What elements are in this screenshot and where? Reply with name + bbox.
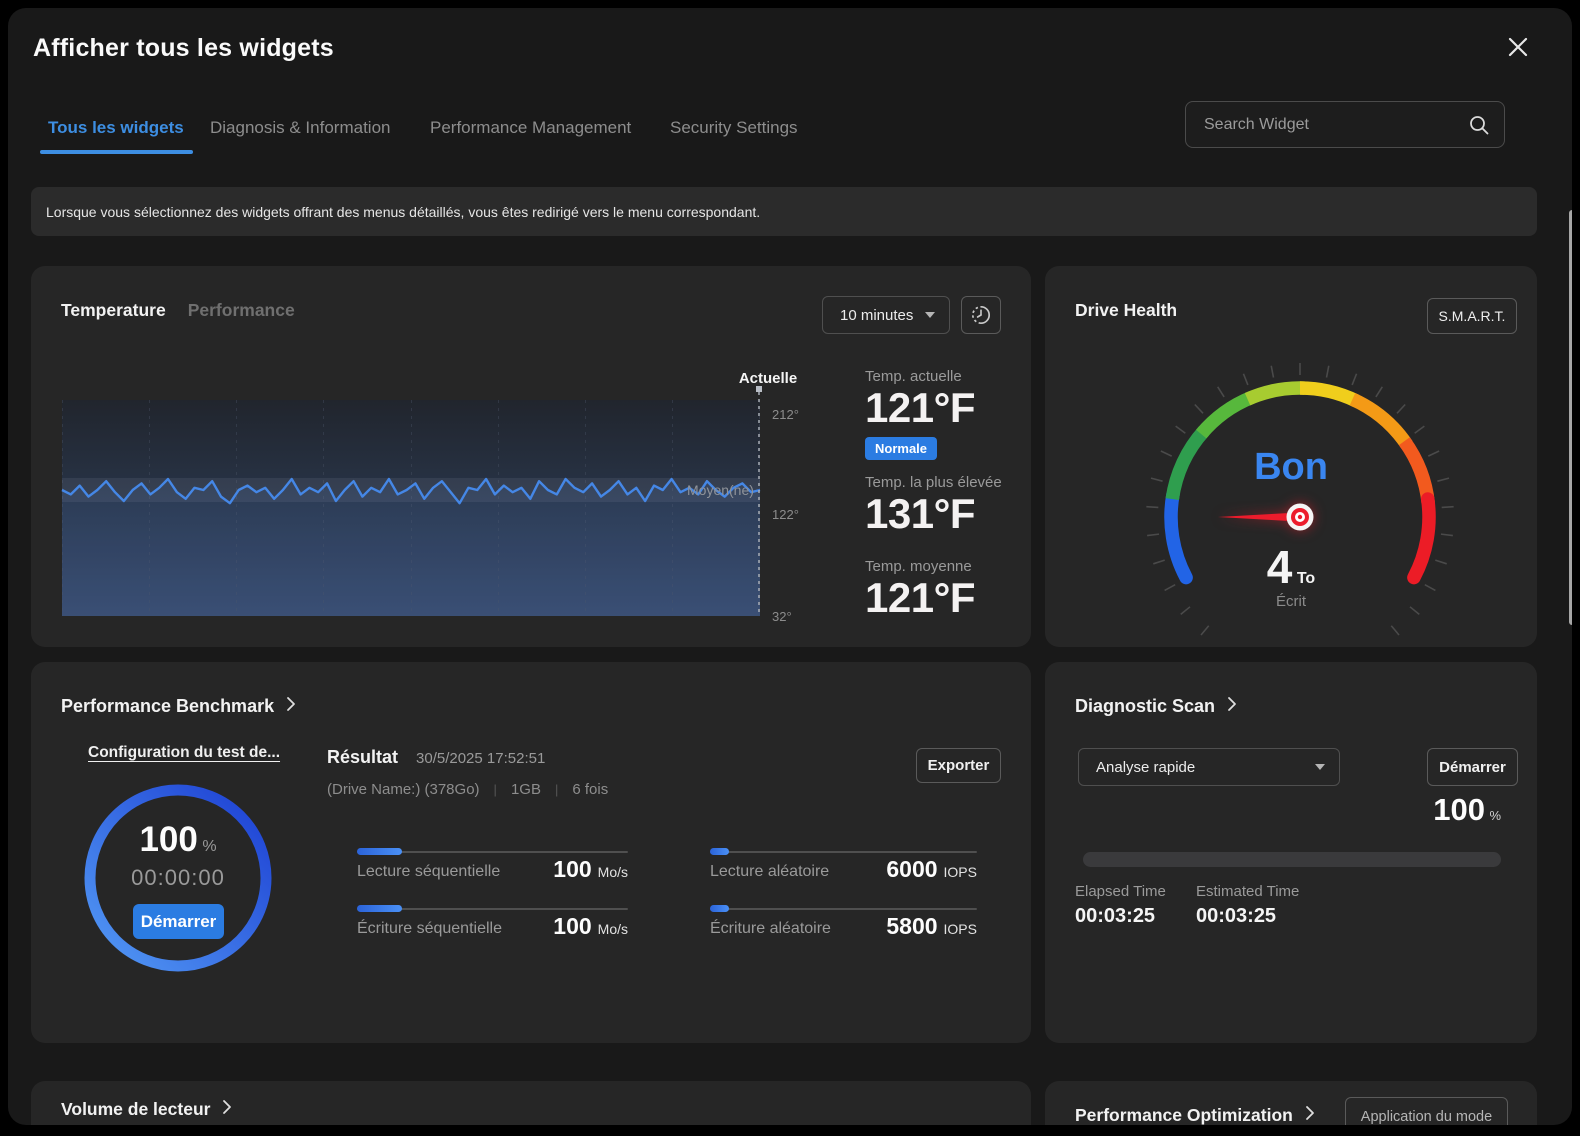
metric-label-seq-read: Lecture séquentielle bbox=[357, 863, 500, 881]
diagnostic-percent-sign: % bbox=[1489, 808, 1501, 823]
performance-benchmark-card[interactable]: Performance Benchmark Configuration du t… bbox=[31, 662, 1031, 1043]
highest-temp-label: Temp. la plus élevée bbox=[865, 474, 1002, 491]
scrollbar-thumb[interactable] bbox=[1569, 210, 1572, 625]
result-datetime: 30/5/2025 17:52:51 bbox=[416, 750, 545, 767]
test-config-link[interactable]: Configuration du test de... bbox=[88, 744, 280, 762]
highest-temp-value: 131°F bbox=[865, 492, 975, 536]
metric-bar-rand-write bbox=[710, 905, 977, 912]
axis-tick-212: 212° bbox=[772, 407, 799, 422]
apply-mode-button[interactable]: Application du mode bbox=[1345, 1097, 1508, 1125]
metric-bar-rand-read bbox=[710, 848, 977, 855]
interval-dropdown[interactable]: 10 minutes bbox=[822, 296, 950, 334]
apply-mode-label: Application du mode bbox=[1361, 1109, 1492, 1125]
volume-title: Volume de lecteur bbox=[61, 1099, 210, 1120]
temperature-chart-area bbox=[62, 400, 760, 616]
widgets-modal: Afficher tous les widgets Tous les widge… bbox=[8, 8, 1572, 1125]
temperature-subtitle: Performance bbox=[188, 300, 295, 321]
temp-status-badge: Normale bbox=[865, 437, 937, 460]
temperature-line-chart bbox=[62, 400, 760, 616]
result-label: Résultat bbox=[327, 747, 398, 768]
tab-performance-management[interactable]: Performance Management bbox=[430, 118, 631, 138]
result-drive-info: (Drive Name:) (378Go) bbox=[327, 781, 480, 798]
benchmark-percent: 100 % bbox=[78, 820, 278, 860]
estimated-time-value: 00:03:25 bbox=[1196, 905, 1276, 928]
separator: | bbox=[555, 782, 558, 797]
active-tab-underline bbox=[40, 150, 193, 154]
tab-diagnosis-information[interactable]: Diagnosis & Information bbox=[210, 118, 390, 138]
metric-value-seq-read: 100 Mo/s bbox=[511, 856, 628, 883]
metric-bar-seq-read bbox=[357, 848, 628, 855]
metric-label-rand-write: Écriture aléatoire bbox=[710, 920, 831, 938]
interval-dropdown-value: 10 minutes bbox=[840, 307, 913, 324]
history-button[interactable] bbox=[961, 296, 1001, 334]
info-banner-text: Lorsque vous sélectionnez des widgets of… bbox=[46, 204, 760, 220]
search-icon[interactable] bbox=[1468, 114, 1504, 136]
temperature-title: Temperature bbox=[61, 300, 166, 321]
axis-tick-122: 122° bbox=[772, 507, 799, 522]
diagnostic-start-label: Démarrer bbox=[1439, 759, 1506, 776]
app-window: { "window": { "title": "Afficher tous le… bbox=[0, 0, 1580, 1136]
benchmark-percent-value: 100 bbox=[139, 820, 197, 859]
metric-bar-seq-write bbox=[357, 905, 628, 912]
drive-volume-card[interactable]: Volume de lecteur bbox=[31, 1081, 1031, 1125]
estimated-time-label: Estimated Time bbox=[1196, 883, 1299, 900]
clock-history-icon bbox=[971, 305, 991, 325]
current-temp-label: Temp. actuelle bbox=[865, 368, 962, 385]
chevron-right-icon bbox=[1305, 1105, 1315, 1125]
elapsed-time-value: 00:03:25 bbox=[1075, 905, 1155, 928]
diagnostic-percent-value: 100 bbox=[1433, 792, 1485, 827]
diagnostic-progress-bar bbox=[1083, 852, 1501, 867]
axis-tick-32: 32° bbox=[772, 609, 792, 624]
result-count-info: 6 fois bbox=[572, 781, 608, 798]
benchmark-start-label: Démarrer bbox=[141, 912, 217, 932]
diagnostic-title: Diagnostic Scan bbox=[1075, 696, 1215, 717]
tab-tous-les-widgets[interactable]: Tous les widgets bbox=[48, 118, 184, 138]
page-title: Afficher tous les widgets bbox=[33, 34, 334, 63]
separator: | bbox=[494, 782, 497, 797]
health-status-text: Bon bbox=[1045, 446, 1537, 489]
written-total: 4 To bbox=[1045, 548, 1537, 588]
metric-value-rand-write: 5800 IOPS bbox=[851, 913, 977, 940]
average-temp-value: 121°F bbox=[865, 576, 975, 620]
info-banner: Lorsque vous sélectionnez des widgets of… bbox=[31, 187, 1537, 236]
benchmark-title: Performance Benchmark bbox=[61, 696, 274, 717]
chevron-down-icon bbox=[925, 312, 935, 318]
written-label: Écrit bbox=[1045, 593, 1537, 610]
metric-label-rand-read: Lecture aléatoire bbox=[710, 863, 829, 881]
current-temp-value: 121°F bbox=[865, 386, 975, 430]
written-unit: To bbox=[1297, 570, 1315, 587]
scan-type-value: Analyse rapide bbox=[1096, 759, 1195, 776]
diagnostic-scan-card[interactable]: Diagnostic Scan Analyse rapide Démarrer … bbox=[1045, 662, 1537, 1043]
tab-security-settings[interactable]: Security Settings bbox=[670, 118, 798, 138]
chevron-right-icon bbox=[286, 696, 296, 717]
drive-health-card[interactable]: Drive Health S.M.A.R.T. Bon 4 To Écrit bbox=[1045, 266, 1537, 647]
metric-value-seq-write: 100 Mo/s bbox=[511, 913, 628, 940]
cursor-label: Actuelle bbox=[700, 370, 836, 387]
elapsed-time-label: Elapsed Time bbox=[1075, 883, 1166, 900]
perf-opt-title: Performance Optimization bbox=[1075, 1105, 1293, 1125]
performance-optimization-card[interactable]: Performance Optimization Application du … bbox=[1045, 1081, 1537, 1125]
benchmark-percent-sign: % bbox=[202, 838, 216, 855]
export-button-label: Exporter bbox=[928, 757, 990, 774]
benchmark-elapsed: 00:00:00 bbox=[78, 865, 278, 891]
written-value: 4 bbox=[1267, 541, 1293, 593]
result-size-info: 1GB bbox=[511, 781, 541, 798]
export-button[interactable]: Exporter bbox=[916, 748, 1001, 783]
close-button[interactable] bbox=[1502, 32, 1534, 64]
series-label: Moyen(ne) bbox=[687, 482, 754, 498]
chevron-right-icon bbox=[1227, 696, 1237, 717]
metric-value-rand-read: 6000 IOPS bbox=[851, 856, 977, 883]
temperature-card[interactable]: Temperature Performance 10 minutes Actue… bbox=[31, 266, 1031, 647]
scan-type-dropdown[interactable]: Analyse rapide bbox=[1078, 748, 1340, 786]
search-input[interactable] bbox=[1186, 116, 1468, 134]
chevron-right-icon bbox=[222, 1099, 232, 1120]
metric-label-seq-write: Écriture séquentielle bbox=[357, 920, 502, 938]
search-widget-box bbox=[1185, 101, 1505, 148]
chevron-down-icon bbox=[1315, 764, 1325, 770]
average-temp-label: Temp. moyenne bbox=[865, 558, 972, 575]
diagnostic-start-button[interactable]: Démarrer bbox=[1427, 748, 1518, 786]
diagnostic-percent: 100 % bbox=[1433, 792, 1501, 828]
benchmark-start-button[interactable]: Démarrer bbox=[133, 904, 224, 939]
close-icon bbox=[1507, 36, 1529, 58]
